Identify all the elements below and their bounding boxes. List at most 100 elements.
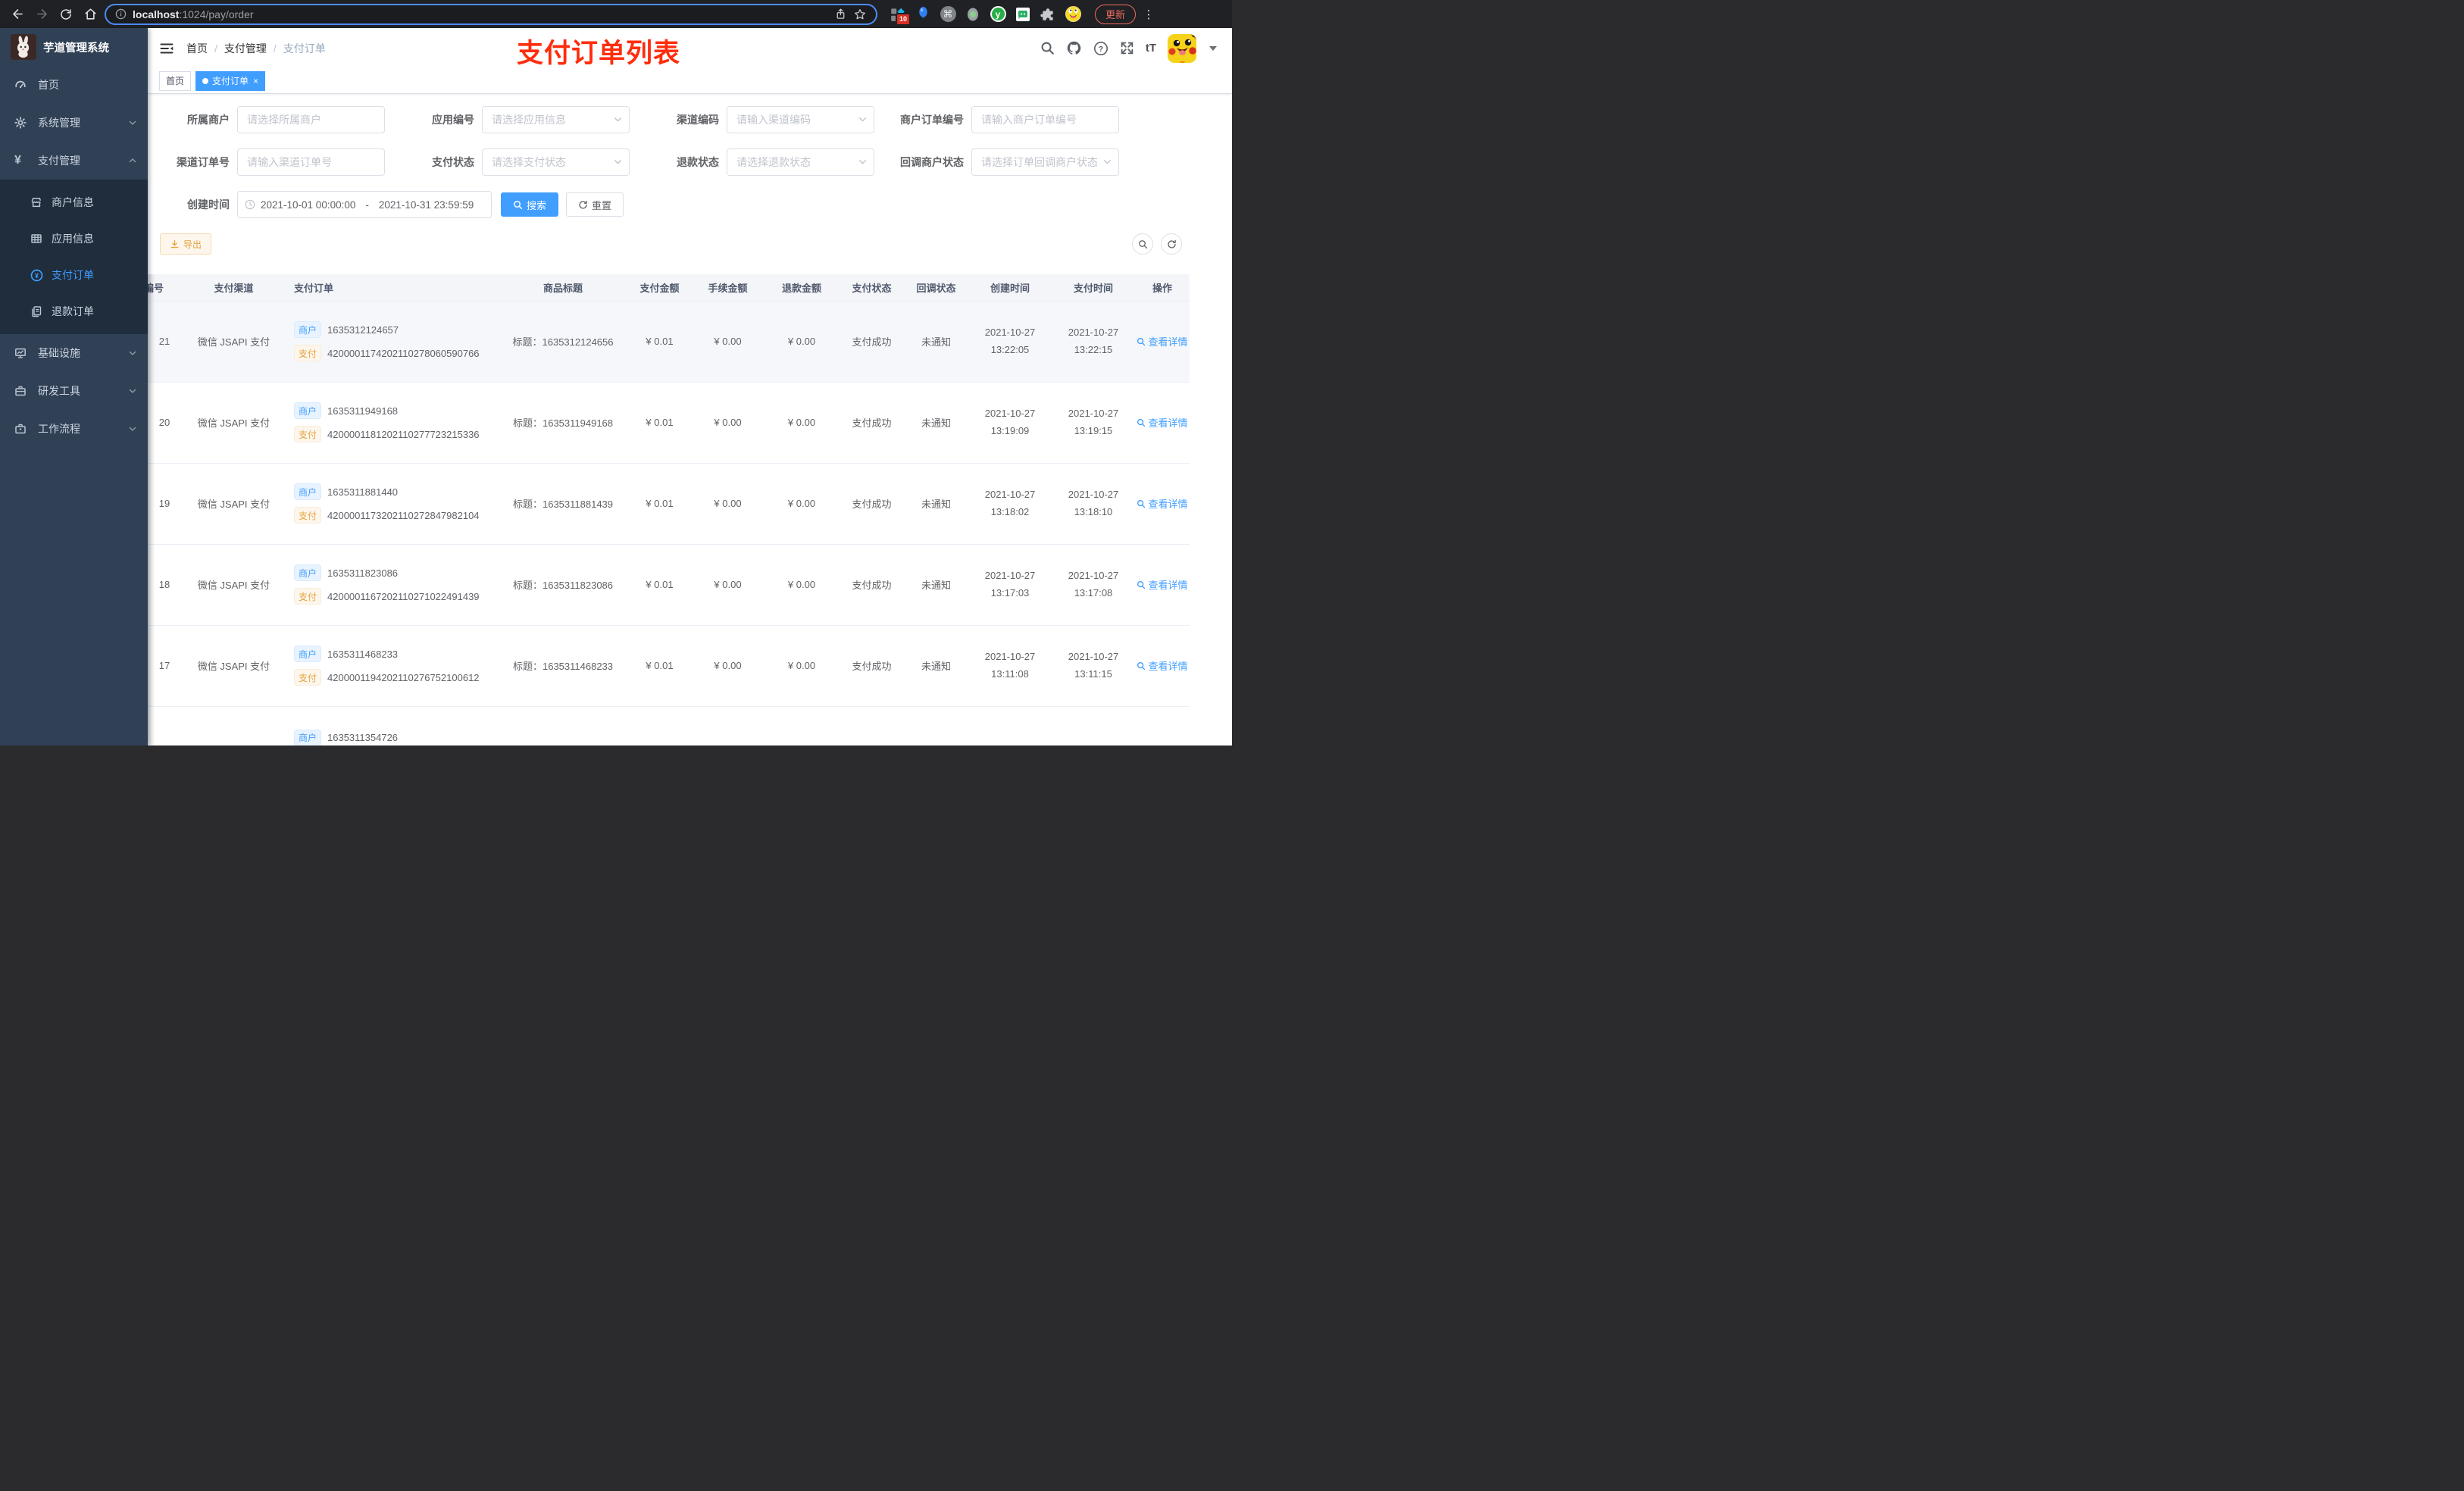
callback-status-select[interactable] xyxy=(971,148,1119,176)
table-row-partial[interactable]: 商户 1635311354726 xyxy=(148,706,1190,746)
date-range-picker[interactable]: 2021-10-01 00:00:00 - 2021-10-31 23:59:5… xyxy=(237,191,492,218)
github-icon[interactable] xyxy=(1066,40,1082,56)
search-icon[interactable] xyxy=(1040,41,1055,55)
extension-chat-icon[interactable] xyxy=(1015,6,1031,23)
browser-update-button[interactable]: 更新 xyxy=(1095,4,1137,24)
browser-forward-button[interactable] xyxy=(32,5,52,24)
chevron-down-icon xyxy=(128,118,137,127)
extension-balloon-icon[interactable] xyxy=(915,6,931,23)
refresh-table-button[interactable] xyxy=(1161,233,1182,255)
pay-tag: 支付 xyxy=(294,669,322,686)
command-glyph: ⌘ xyxy=(943,8,953,20)
help-icon[interactable]: ? xyxy=(1093,41,1108,56)
cell-order: 商户 1635311881440 支付 4200001173202110272847… xyxy=(286,463,499,545)
table-row[interactable]: 21 微信 JSAPI 支付 商户 1635312124657 支付 4200001… xyxy=(148,301,1190,383)
view-detail-link[interactable]: 查看详情 xyxy=(1137,415,1188,430)
cell-notify: 未通知 xyxy=(904,625,968,707)
merchant-order-no-input[interactable] xyxy=(971,106,1119,133)
view-detail-link[interactable]: 查看详情 xyxy=(1137,496,1188,511)
app-title: 芋道管理系统 xyxy=(43,42,109,55)
cell-pay-time: 2021-10-27 13:17:08 xyxy=(1052,544,1135,626)
arrow-right-icon xyxy=(36,9,47,19)
breadcrumb-current: 支付订单 xyxy=(283,42,326,55)
sidebar-item-merchant-info[interactable]: 商户信息 xyxy=(0,184,148,220)
site-info-icon[interactable] xyxy=(115,8,127,20)
app-select[interactable] xyxy=(482,106,630,133)
extensions-puzzle-icon[interactable] xyxy=(1040,6,1056,23)
url-text: localhost:1024/pay/order xyxy=(133,8,254,20)
sidebar-collapse-icon[interactable] xyxy=(159,41,174,56)
table-row[interactable]: 19 微信 JSAPI 支付 商户 1635311881440 支付 4200001… xyxy=(148,463,1190,545)
breadcrumb-separator: / xyxy=(214,42,217,55)
extension-emoji-icon[interactable] xyxy=(1065,6,1081,23)
pay-status-select[interactable] xyxy=(482,148,630,176)
browser-reload-button[interactable] xyxy=(56,5,76,24)
sidebar-item-home[interactable]: 首页 xyxy=(0,66,148,104)
merchant-select[interactable] xyxy=(237,106,385,133)
extension-green-dot-icon[interactable] xyxy=(965,6,981,23)
sidebar-item-label: 支付订单 xyxy=(52,269,94,281)
channel-order-no-input[interactable] xyxy=(237,148,385,176)
browser-home-button[interactable] xyxy=(80,5,100,24)
caret-down-icon[interactable] xyxy=(1209,45,1217,51)
extension-command-icon[interactable]: ⌘ xyxy=(940,6,956,23)
filter-label: 渠道订单号 xyxy=(177,156,230,168)
sidebar-item-system[interactable]: 系统管理 xyxy=(0,104,148,142)
search-button[interactable]: 搜索 xyxy=(501,192,559,217)
view-detail-link[interactable]: 查看详情 xyxy=(1137,577,1188,592)
table-row[interactable]: 18 微信 JSAPI 支付 商户 1635311823086 支付 4200001… xyxy=(148,544,1190,626)
sidebar-item-workflow[interactable]: 工作流程 xyxy=(0,410,148,448)
export-button[interactable]: 导出 xyxy=(160,233,212,255)
close-icon[interactable]: × xyxy=(253,77,258,86)
merchant-order-no: 1635311354726 xyxy=(327,732,399,743)
font-size-icon[interactable]: tT xyxy=(1146,42,1156,55)
address-bar[interactable]: localhost:1024/pay/order xyxy=(105,3,877,25)
breadcrumb-home[interactable]: 首页 xyxy=(186,41,208,56)
bookmark-star-icon[interactable] xyxy=(853,8,867,21)
sidebar-item-dev-tools[interactable]: 研发工具 xyxy=(0,372,148,410)
sidebar-item-refund-order[interactable]: 退款订单 xyxy=(0,293,148,330)
cell-notify: 未通知 xyxy=(904,382,968,464)
channel-code-select[interactable] xyxy=(727,106,874,133)
merchant-order-no: 1635311949168 xyxy=(327,405,399,417)
sidebar: 芋道管理系统 首页 系统管理 ¥ 支付管理 商户信息 应用信息 ¥ 支付订单 退… xyxy=(0,28,148,746)
chevron-up-icon xyxy=(128,156,137,165)
dashboard-icon xyxy=(14,79,27,91)
navbar-tools: ? tT xyxy=(1040,33,1217,63)
clock-icon xyxy=(245,199,255,210)
show-search-toggle-button[interactable] xyxy=(1132,233,1153,255)
search-icon xyxy=(514,200,523,209)
merchant-tag: 商户 xyxy=(294,564,322,581)
view-detail-link[interactable]: 查看详情 xyxy=(1137,658,1188,673)
tag-pay-order[interactable]: 支付订单 × xyxy=(195,70,266,91)
cell-refund: ¥ 0.00 xyxy=(764,463,840,545)
table-row[interactable]: 17 微信 JSAPI 支付 商户 1635311468233 支付 4200001… xyxy=(148,625,1190,707)
extension-grid-icon[interactable]: 10 xyxy=(890,6,911,26)
browser-back-button[interactable] xyxy=(8,5,27,24)
extension-y-icon[interactable]: y xyxy=(990,6,1006,23)
sidebar-logo[interactable]: 芋道管理系统 xyxy=(0,28,148,66)
share-icon[interactable] xyxy=(834,8,847,20)
grid-table-icon xyxy=(30,233,42,245)
sidebar-item-infrastructure[interactable]: 基础设施 xyxy=(0,334,148,372)
sidebar-item-pay-order[interactable]: ¥ 支付订单 xyxy=(0,257,148,293)
cell-refund: ¥ 0.00 xyxy=(764,301,840,383)
cell-notify: 未通知 xyxy=(904,544,968,626)
sidebar-item-payment[interactable]: ¥ 支付管理 xyxy=(0,142,148,180)
cell-refund: ¥ 0.00 xyxy=(764,382,840,464)
fullscreen-icon[interactable] xyxy=(1120,41,1134,55)
breadcrumb-section[interactable]: 支付管理 xyxy=(224,41,267,56)
page-content: 所属商户 应用编号 渠道编码 xyxy=(148,94,1232,746)
browser-menu-icon[interactable]: ⋮ xyxy=(1142,8,1155,21)
cell-action: 查看详情 xyxy=(1135,463,1190,545)
reset-button[interactable]: 重置 xyxy=(566,192,624,217)
sidebar-item-app-info[interactable]: 应用信息 xyxy=(0,220,148,257)
avatar[interactable] xyxy=(1168,33,1196,63)
refund-status-select[interactable] xyxy=(727,148,874,176)
view-detail-link[interactable]: 查看详情 xyxy=(1137,334,1188,349)
reload-icon xyxy=(61,8,71,20)
cell-fee: ¥ 0.00 xyxy=(692,625,764,707)
table-row[interactable]: 20 微信 JSAPI 支付 商户 1635311949168 支付 4200001… xyxy=(148,382,1190,464)
tag-home[interactable]: 首页 xyxy=(159,70,192,91)
search-icon xyxy=(1138,239,1147,248)
